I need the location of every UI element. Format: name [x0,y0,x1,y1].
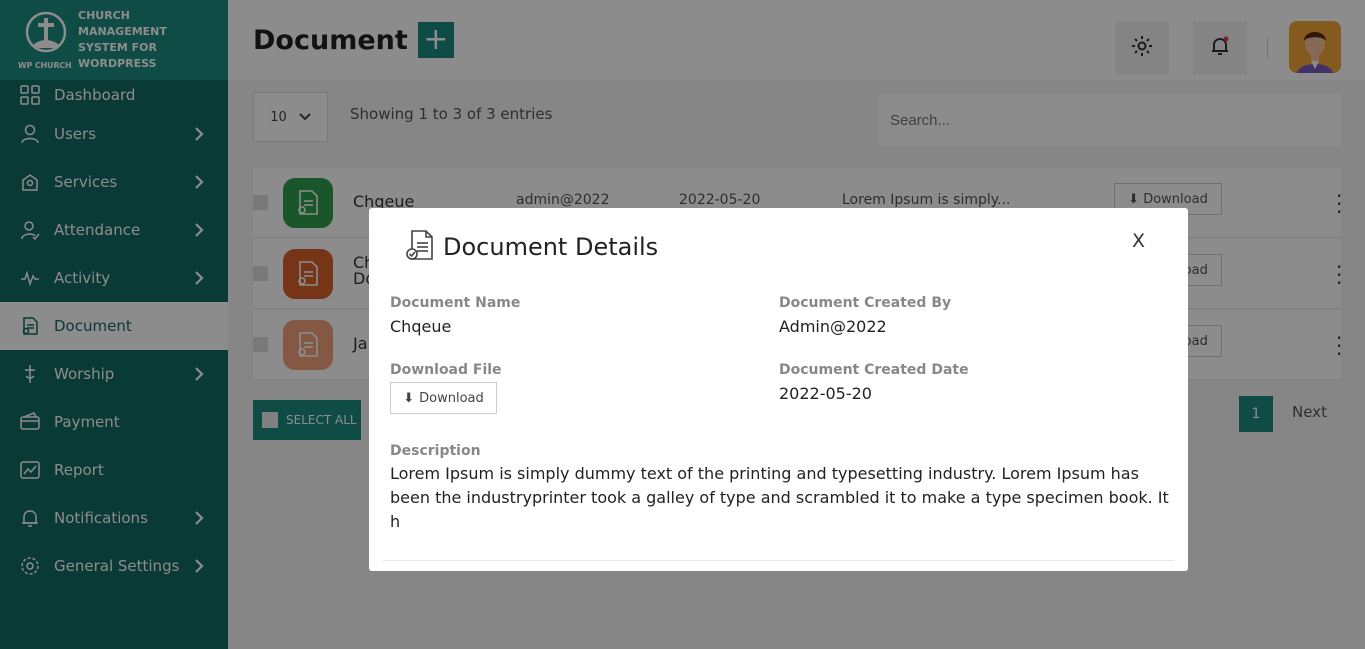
modal-footer-divider [383,560,1174,561]
created-by-label: Document Created By [779,295,952,311]
created-by-value: Admin@2022 [779,317,887,336]
download-label: Download [419,390,484,406]
modal-title: Document Details [443,233,659,261]
modal-header: Document Details [403,228,658,266]
description-label: Description [390,443,481,459]
close-button[interactable]: X [1132,230,1145,252]
created-date-label: Document Created Date [779,362,969,378]
document-icon [403,228,435,266]
description-value: Lorem Ipsum is simply dummy text of the … [390,464,1169,531]
created-date-value: 2022-05-20 [779,384,872,403]
document-name-value: Chqeue [390,317,452,336]
document-details-modal: Document Details X Document Name Chqeue … [369,208,1188,571]
download-file-label: Download File [390,362,502,378]
download-icon: ⬇ [403,390,415,406]
download-button[interactable]: ⬇ Download [390,382,497,414]
document-name-label: Document Name [390,295,521,311]
